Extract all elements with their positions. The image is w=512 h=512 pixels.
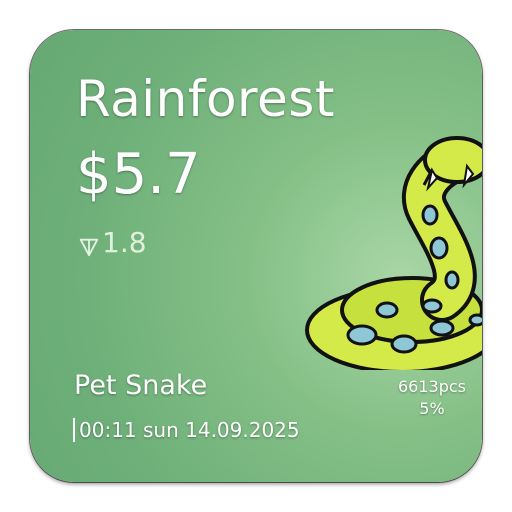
- ton-icon: [78, 232, 100, 256]
- timestamp: 00:11 sun 14.09.2025: [79, 418, 300, 442]
- percentage: 5%: [419, 399, 445, 418]
- supply-stats: 6613pcs 5%: [398, 376, 466, 420]
- ton-price-row: 1.8: [78, 226, 147, 259]
- timestamp-row: 00:11 sun 14.09.2025: [73, 418, 300, 442]
- collection-title: Rainforest: [76, 70, 335, 128]
- usd-price: $5.7: [76, 142, 201, 207]
- ton-price-value: 1.8: [102, 226, 147, 259]
- item-name: Pet Snake: [74, 370, 208, 401]
- gift-card[interactable]: Rainforest $5.7 1.8 Pet Snake 00:11 sun …: [30, 30, 482, 482]
- divider: [73, 418, 75, 442]
- quantity: 6613pcs: [397, 377, 466, 396]
- snake-illustration: [305, 136, 482, 370]
